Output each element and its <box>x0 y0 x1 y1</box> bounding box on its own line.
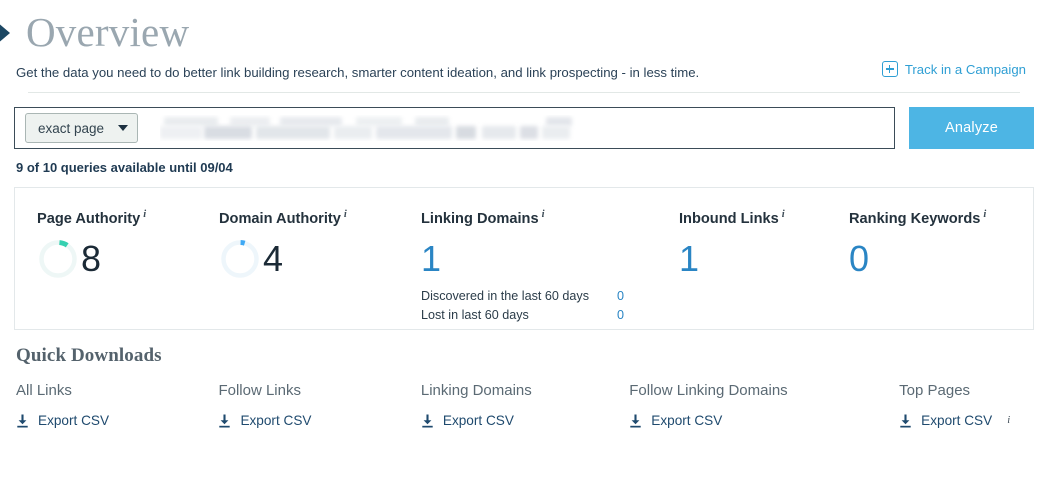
metric-value: 0 <box>849 237 870 279</box>
download-icon <box>422 414 433 427</box>
metric-ranking-keywords: Ranking Keywords i 0 <box>827 206 1017 325</box>
export-csv-label: Export CSV <box>38 413 110 428</box>
page-title: Overview <box>26 9 190 55</box>
plus-box-icon <box>881 61 898 77</box>
quick-downloads-grid: All Links Export CSV Follow Links Export… <box>0 367 1048 428</box>
metric-sub-label: Lost in last 60 days <box>421 307 529 322</box>
export-csv-link[interactable]: Export CSV <box>629 413 899 428</box>
page-subtitle: Get the data you need to do better link … <box>16 65 700 80</box>
metric-body: 1 <box>421 237 657 281</box>
download-column-top-pages: Top Pages Export CSV i <box>899 381 1048 428</box>
export-csv-label: Export CSV <box>921 413 993 428</box>
search-field-container: exact page <box>14 107 895 149</box>
progress-ring <box>219 238 261 280</box>
header-divider <box>28 92 1020 93</box>
metric-sub-value: 0 <box>617 288 625 303</box>
metric-domain-authority: Domain Authority i 4 <box>197 206 399 325</box>
metric-sub-row: Discovered in the last 60 days 0 <box>421 287 657 306</box>
metrics-grid: Page Authority i 8 Domain Authority i 4 … <box>15 188 1033 325</box>
track-in-campaign-button[interactable]: Track in a Campaign <box>881 61 1034 77</box>
metric-page-authority: Page Authority i 8 <box>15 206 197 325</box>
query-quota-text: 9 of 10 queries available until 09/04 <box>16 160 233 175</box>
download-column-all-links: All Links Export CSV <box>16 381 218 428</box>
export-csv-link[interactable]: Export CSV i <box>899 413 1048 428</box>
metric-body: 8 <box>37 237 197 281</box>
scope-select[interactable]: exact page <box>25 113 139 143</box>
metric-body: 0 <box>849 237 1017 281</box>
metrics-panel: Page Authority i 8 Domain Authority i 4 … <box>14 187 1034 330</box>
export-csv-link[interactable]: Export CSV <box>421 413 629 428</box>
export-csv-link[interactable]: Export CSV <box>218 413 420 428</box>
download-label: Follow Links <box>218 382 301 399</box>
progress-ring <box>37 238 79 280</box>
export-csv-label: Export CSV <box>442 413 514 428</box>
download-icon <box>17 414 28 427</box>
metric-label: Ranking Keywords i <box>849 209 987 227</box>
metric-sub-label: Discovered in the last 60 days <box>421 288 590 303</box>
track-in-campaign-label: Track in a Campaign <box>904 61 1026 77</box>
info-icon[interactable]: i <box>542 209 545 220</box>
metric-label: Inbound Links i <box>679 209 785 227</box>
info-icon[interactable]: i <box>983 209 986 220</box>
metric-body: 4 <box>219 237 399 281</box>
metric-label: Domain Authority i <box>219 209 347 227</box>
export-csv-link[interactable]: Export CSV <box>16 413 218 428</box>
metric-linking-domains: Linking Domains i 1 Discovered in the las… <box>399 206 657 325</box>
page-header: Overview Get the data you need to do bet… <box>0 0 1048 93</box>
metric-body: 1 <box>679 237 827 281</box>
metric-inbound-links: Inbound Links i 1 <box>657 206 827 325</box>
subtitle-row: Get the data you need to do better link … <box>14 58 1034 82</box>
metric-value: 4 <box>263 237 284 279</box>
download-label: Top Pages <box>899 382 971 399</box>
quick-downloads-title: Quick Downloads <box>16 345 162 366</box>
metric-value: 1 <box>679 237 700 279</box>
info-icon[interactable]: i <box>782 209 785 220</box>
download-label: All Links <box>16 382 72 399</box>
metric-value: 1 <box>421 237 442 279</box>
url-input[interactable] <box>160 115 888 141</box>
triangle-right-icon[interactable] <box>0 22 10 44</box>
metric-sub-value: 0 <box>617 307 625 322</box>
scope-select-value: exact page <box>38 120 105 136</box>
download-column-follow-linking-domains: Follow Linking Domains Export CSV <box>629 381 899 428</box>
search-bar: exact page Analyze <box>0 93 1048 149</box>
download-icon <box>630 414 641 427</box>
info-icon[interactable]: i <box>344 209 347 220</box>
metric-sub-stats: Discovered in the last 60 days 0 Lost in… <box>421 287 657 325</box>
metric-value: 8 <box>81 237 102 279</box>
info-icon[interactable]: i <box>1007 415 1010 426</box>
analyze-button[interactable]: Analyze <box>909 107 1034 149</box>
download-icon <box>900 414 911 427</box>
metric-label: Linking Domains i <box>421 209 545 227</box>
download-column-linking-domains: Linking Domains Export CSV <box>421 381 629 428</box>
download-icon <box>219 414 231 427</box>
metric-sub-row: Lost in last 60 days 0 <box>421 306 657 325</box>
metric-label: Page Authority i <box>37 209 147 227</box>
info-icon[interactable]: i <box>143 209 146 220</box>
export-csv-label: Export CSV <box>240 413 312 428</box>
download-label: Follow Linking Domains <box>629 382 788 399</box>
download-column-follow-links: Follow Links Export CSV <box>218 381 420 428</box>
chevron-down-icon <box>118 125 129 131</box>
download-label: Linking Domains <box>420 382 532 399</box>
export-csv-label: Export CSV <box>651 413 723 428</box>
